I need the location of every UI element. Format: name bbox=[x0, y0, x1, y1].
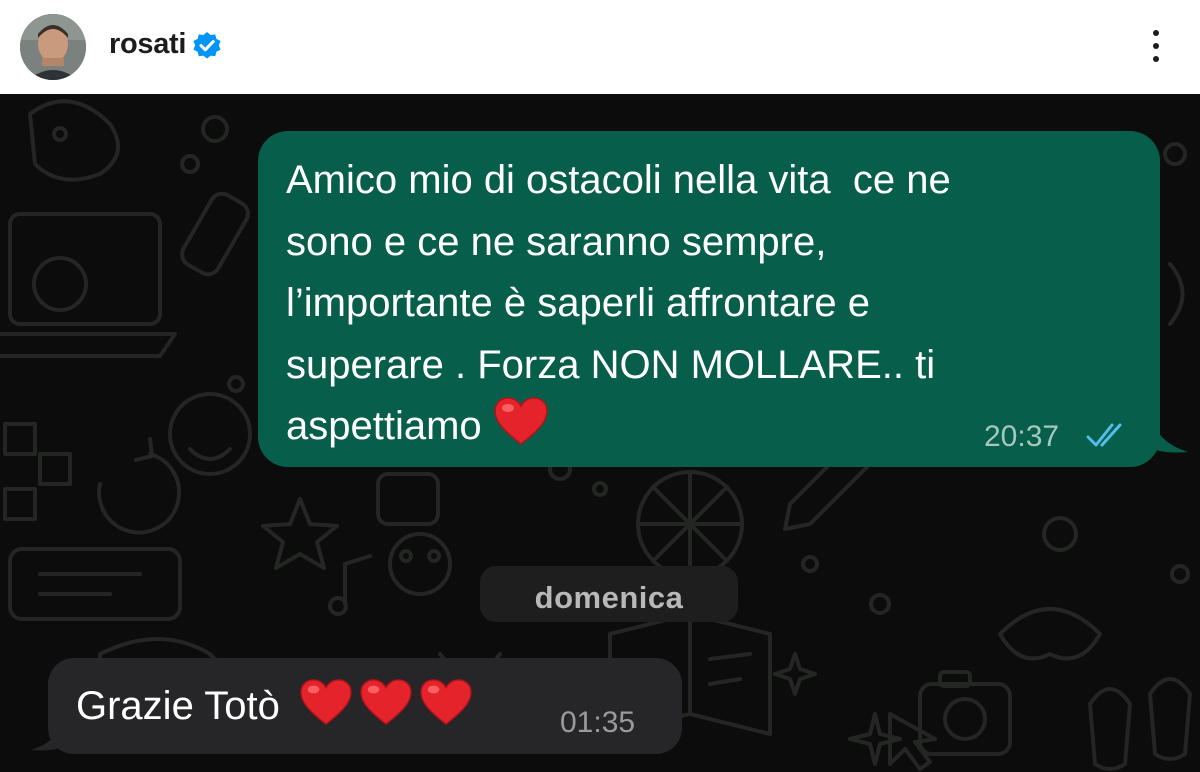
verified-badge-icon bbox=[193, 32, 221, 59]
incoming-message-body: Grazie Totò bbox=[76, 684, 280, 728]
incoming-message-text: Grazie Totò bbox=[76, 679, 473, 729]
username[interactable]: rosati bbox=[109, 28, 186, 61]
outgoing-message-time: 20:37 bbox=[984, 420, 1060, 453]
red-heart-icon bbox=[494, 397, 548, 446]
outgoing-message-text: Amico mio di ostacoli nella vita ce ne s… bbox=[286, 150, 1116, 458]
incoming-message-time: 01:35 bbox=[560, 706, 636, 739]
red-heart-icon bbox=[420, 679, 472, 726]
post-header: rosati bbox=[0, 0, 1200, 94]
more-vertical-icon[interactable] bbox=[1144, 24, 1168, 68]
date-separator: domenica bbox=[534, 580, 684, 615]
avatar[interactable] bbox=[20, 14, 86, 80]
outgoing-message-body: Amico mio di ostacoli nella vita ce ne s… bbox=[286, 158, 951, 448]
double-check-read-icon bbox=[1086, 423, 1122, 447]
avatar-photo bbox=[20, 14, 86, 80]
red-heart-icon bbox=[360, 679, 412, 726]
incoming-bubble-tail bbox=[30, 714, 66, 751]
red-heart-icon bbox=[300, 679, 352, 726]
outgoing-bubble-tail bbox=[1150, 414, 1188, 453]
chat-screenshot: Amico mio di ostacoli nella vita ce ne s… bbox=[0, 94, 1200, 772]
